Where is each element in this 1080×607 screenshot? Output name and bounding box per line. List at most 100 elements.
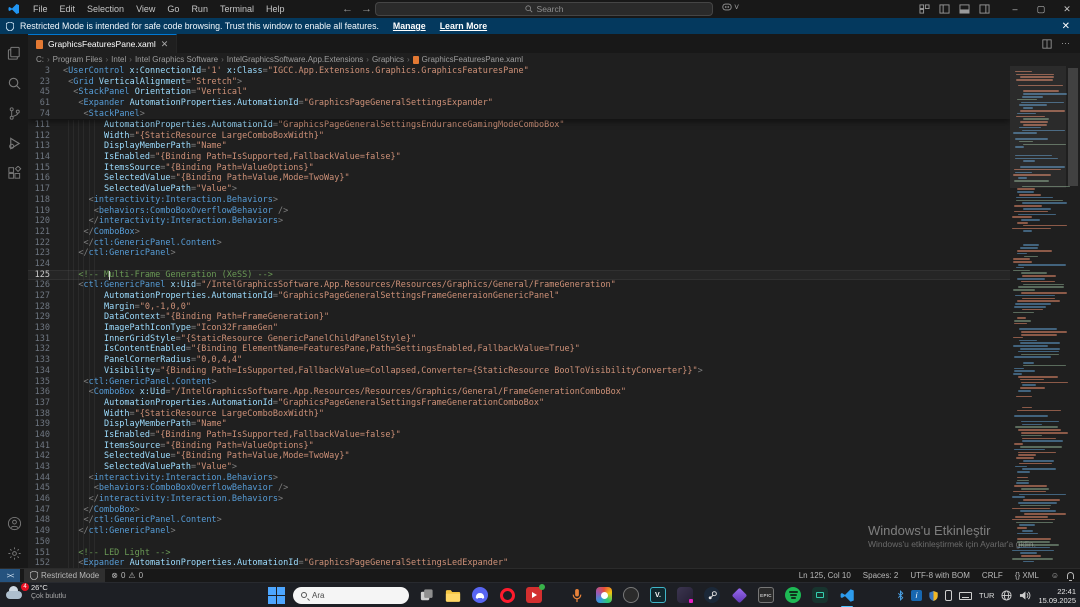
maximize-button[interactable]: ▢: [1028, 0, 1054, 18]
feedback-icon[interactable]: ☺: [1045, 569, 1065, 583]
code-line[interactable]: 149 </ctl:GenericPanel>: [28, 526, 1010, 537]
line-number[interactable]: 45: [28, 87, 50, 98]
code-line[interactable]: 130 ImagePathIconType="Icon32FrameGen": [28, 323, 1010, 334]
code-line[interactable]: 45 <StackPanel Orientation="Vertical": [28, 87, 1010, 98]
customize-layout-icon[interactable]: [919, 4, 930, 14]
line-number[interactable]: 147: [28, 505, 50, 516]
touch-keyboard-icon[interactable]: [959, 591, 973, 600]
source-control-icon[interactable]: [0, 98, 28, 128]
code-line[interactable]: 117 SelectedValuePath="Value">: [28, 184, 1010, 195]
command-search-input[interactable]: Search: [375, 2, 713, 16]
steam-icon[interactable]: [702, 585, 722, 605]
line-number[interactable]: 150: [28, 537, 50, 548]
line-number[interactable]: 144: [28, 473, 50, 484]
weather-widget[interactable]: 4 26°C Çok bulutlu: [6, 582, 66, 601]
code-line[interactable]: 125 <!-- Multi-Frame Generation (XeSS) -…: [28, 270, 1010, 281]
line-number[interactable]: 74: [28, 109, 50, 120]
status-item[interactable]: Ln 125, Col 10: [793, 569, 857, 583]
line-number[interactable]: 138: [28, 409, 50, 420]
line-number[interactable]: 148: [28, 515, 50, 526]
code-line[interactable]: 119 <behaviors:ComboBoxOverflowBehavior …: [28, 206, 1010, 217]
breadcrumb-item[interactable]: IntelGraphicsSoftware.App.Extensions: [227, 55, 364, 64]
line-number[interactable]: 136: [28, 387, 50, 398]
code-line[interactable]: 115 ItemsSource="{Binding Path=ValueOpti…: [28, 163, 1010, 174]
line-number[interactable]: 124: [28, 259, 50, 270]
line-number[interactable]: 120: [28, 216, 50, 227]
remote-indicator[interactable]: ><: [0, 568, 20, 583]
start-button[interactable]: [266, 585, 286, 605]
banner-close-icon[interactable]: ✕: [1058, 21, 1074, 32]
line-number[interactable]: 3: [28, 66, 50, 77]
code-line[interactable]: 147 </ComboBox>: [28, 505, 1010, 516]
minimap[interactable]: [1010, 66, 1071, 568]
menu-terminal[interactable]: Terminal: [214, 2, 260, 16]
run-debug-icon[interactable]: [0, 128, 28, 158]
bluetooth-icon[interactable]: [897, 590, 904, 601]
code-line[interactable]: 136 <ComboBox x:Uid="/IntelGraphicsSoftw…: [28, 387, 1010, 398]
line-number[interactable]: 141: [28, 441, 50, 452]
line-number[interactable]: 119: [28, 206, 50, 217]
vlc-media-icon[interactable]: V.: [648, 585, 668, 605]
code-editor[interactable]: 111 AutomationProperties.AutomationId="G…: [28, 66, 1080, 568]
photos-icon[interactable]: [594, 585, 614, 605]
search-icon[interactable]: [0, 68, 28, 98]
phone-link-icon[interactable]: [945, 590, 953, 601]
code-line[interactable]: 114 IsEnabled="{Binding Path=IsSupported…: [28, 152, 1010, 163]
copilot-button[interactable]: ˅: [722, 2, 739, 12]
tab-close-icon[interactable]: ✕: [161, 39, 169, 50]
code-line[interactable]: 137 AutomationProperties.AutomationId="G…: [28, 398, 1010, 409]
line-number[interactable]: 113: [28, 141, 50, 152]
split-editor-icon[interactable]: [1042, 38, 1052, 49]
code-line[interactable]: 135 <ctl:GenericPanel.Content>: [28, 377, 1010, 388]
line-number[interactable]: 125: [28, 270, 50, 281]
security-tray-icon[interactable]: [929, 590, 938, 601]
status-item[interactable]: {} XML: [1009, 569, 1045, 583]
code-line[interactable]: 145 <behaviors:ComboBoxOverflowBehavior …: [28, 483, 1010, 494]
scrollbar-thumb[interactable]: [1068, 68, 1078, 186]
menu-view[interactable]: View: [130, 2, 161, 16]
line-number[interactable]: 139: [28, 419, 50, 430]
menu-help[interactable]: Help: [260, 2, 291, 16]
gg-app-icon[interactable]: [621, 585, 641, 605]
code-line[interactable]: 111 AutomationProperties.AutomationId="G…: [28, 120, 1010, 131]
history-back-button[interactable]: ←: [342, 3, 353, 15]
language-indicator[interactable]: TUR: [979, 591, 994, 600]
task-view-button[interactable]: [416, 585, 436, 605]
code-line[interactable]: 123 </ctl:GenericPanel>: [28, 248, 1010, 259]
taskbar-search-input[interactable]: Ara: [293, 586, 409, 604]
clock-widget[interactable]: 22:41 15.09.2025: [1038, 587, 1076, 605]
line-number[interactable]: 130: [28, 323, 50, 334]
learn-more-link[interactable]: Learn More: [440, 21, 487, 31]
discord-icon[interactable]: [470, 585, 490, 605]
code-line[interactable]: 118 <interactivity:Interaction.Behaviors…: [28, 195, 1010, 206]
restricted-mode-status[interactable]: Restricted Mode: [24, 568, 106, 583]
line-number[interactable]: 129: [28, 312, 50, 323]
microphone-icon[interactable]: [567, 585, 587, 605]
line-number[interactable]: 111: [28, 120, 50, 131]
code-line[interactable]: 134 Visibility="{Binding Path=IsSupporte…: [28, 366, 1010, 377]
line-number[interactable]: 134: [28, 366, 50, 377]
line-number[interactable]: 143: [28, 462, 50, 473]
line-number[interactable]: 146: [28, 494, 50, 505]
line-number[interactable]: 121: [28, 227, 50, 238]
epic-games-icon[interactable]: EPIC: [756, 585, 776, 605]
notifications-bell-icon[interactable]: [1067, 572, 1074, 581]
line-number[interactable]: 151: [28, 548, 50, 559]
menu-file[interactable]: File: [27, 2, 54, 16]
code-line[interactable]: 74 <StackPanel>: [28, 109, 1010, 120]
code-line[interactable]: 139 DisplayMemberPath="Name": [28, 419, 1010, 430]
line-number[interactable]: 112: [28, 131, 50, 142]
breadcrumb-item[interactable]: Program Files: [53, 55, 103, 64]
vscode-taskbar-icon[interactable]: [837, 585, 857, 607]
code-line[interactable]: 127 AutomationProperties.AutomationId="G…: [28, 291, 1010, 302]
code-line[interactable]: 141 ItemsSource="{Binding Path=ValueOpti…: [28, 441, 1010, 452]
breadcrumb-item[interactable]: GraphicsFeaturesPane.xaml: [422, 55, 523, 64]
purple-app-icon[interactable]: [675, 585, 695, 605]
code-line[interactable]: 152 <Expander AutomationProperties.Autom…: [28, 558, 1010, 568]
toggle-panel-icon[interactable]: [959, 4, 970, 14]
line-number[interactable]: 114: [28, 152, 50, 163]
line-number[interactable]: 135: [28, 377, 50, 388]
code-line[interactable]: 144 <interactivity:Interaction.Behaviors…: [28, 473, 1010, 484]
line-number[interactable]: 116: [28, 173, 50, 184]
code-line[interactable]: 121 </ComboBox>: [28, 227, 1010, 238]
